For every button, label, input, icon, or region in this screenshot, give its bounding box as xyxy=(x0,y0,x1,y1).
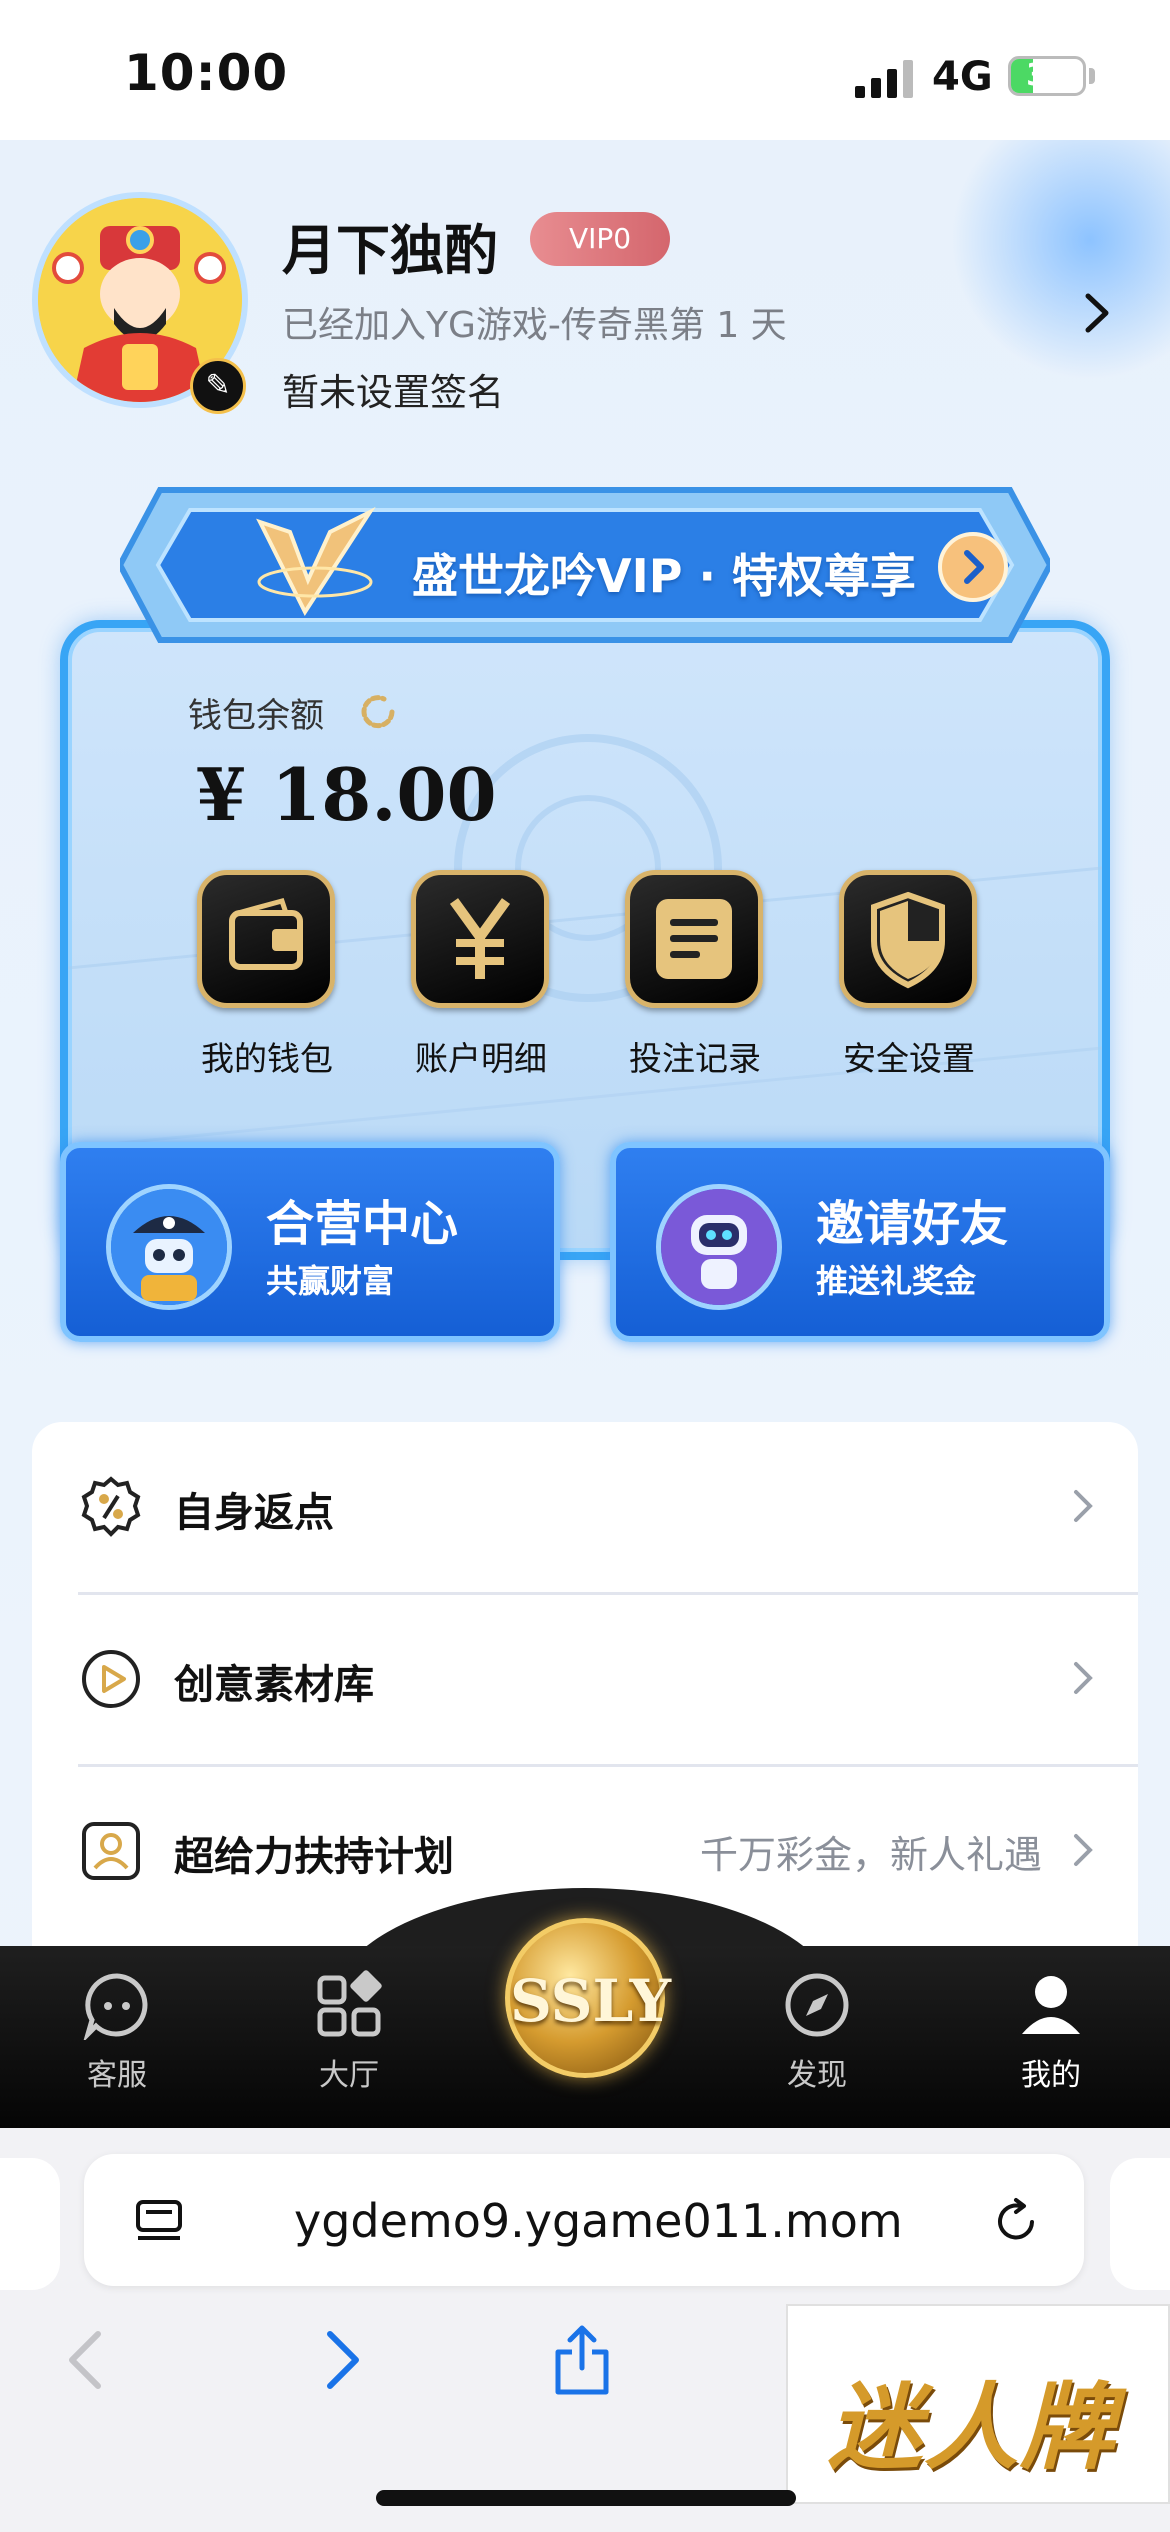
menu-label: 创意素材库 xyxy=(174,1662,374,1708)
action-label: 账户明细 xyxy=(415,1039,547,1078)
logo-text: SSLY xyxy=(510,1967,671,2035)
menu-label: 超给力扶持计划 xyxy=(174,1834,454,1880)
action-label: 投注记录 xyxy=(629,1039,761,1078)
tab-mine[interactable]: 我的 xyxy=(976,1970,1126,2110)
menu-item-creative-library[interactable]: 创意素材库 xyxy=(32,1594,1138,1764)
vip-level-badge: VIP0 xyxy=(530,212,670,266)
previous-tab-preview[interactable] xyxy=(0,2158,60,2290)
status-time: 10:00 xyxy=(124,44,289,102)
address-bar[interactable]: ygdemo9.ygame011.mom xyxy=(84,2154,1084,2286)
promo-subtitle: 共赢财富 xyxy=(266,1262,395,1300)
back-icon[interactable] xyxy=(58,2324,118,2396)
center-logo-button[interactable]: SSLY xyxy=(505,1918,671,2078)
document-icon xyxy=(625,870,763,1008)
tab-label: 发现 xyxy=(787,2058,847,2093)
page-menu-icon[interactable] xyxy=(134,2196,184,2246)
decorative-orb xyxy=(950,140,1170,380)
compass-icon xyxy=(785,1973,849,2037)
forward-icon[interactable] xyxy=(310,2324,370,2396)
promo-subtitle: 推送礼奖金 xyxy=(816,1262,977,1300)
signature[interactable]: 暂未设置签名 xyxy=(282,362,504,416)
join-info: 已经加入YG游戏-传奇黑第 1 天 xyxy=(282,305,787,346)
tab-customer-service[interactable]: 客服 xyxy=(42,1970,192,2110)
chat-icon xyxy=(83,1973,148,2040)
yuan-icon xyxy=(411,870,549,1008)
network-type: 4G xyxy=(932,54,993,100)
tab-label: 我的 xyxy=(1021,2058,1081,2093)
watermark-logo: 迷人牌 xyxy=(786,2304,1170,2504)
status-bar: 10:00 4G 30 xyxy=(0,0,1170,140)
promo-title: 合营中心 xyxy=(266,1196,459,1252)
next-tab-preview[interactable] xyxy=(1110,2158,1170,2290)
chevron-right-icon xyxy=(1074,1490,1093,1522)
reload-icon[interactable] xyxy=(990,2196,1042,2248)
chevron-right-icon[interactable] xyxy=(1082,290,1112,336)
watermark-text: 迷人牌 xyxy=(828,2374,1117,2483)
refresh-icon[interactable] xyxy=(358,692,398,732)
action-label: 我的钱包 xyxy=(201,1039,333,1078)
chevron-right-icon xyxy=(964,550,984,584)
action-security-settings[interactable]: 安全设置 xyxy=(804,870,984,1078)
grid-icon xyxy=(317,1970,382,2037)
chevron-right-icon xyxy=(1074,1662,1093,1694)
play-icon xyxy=(82,1650,140,1708)
home-indicator[interactable] xyxy=(376,2490,796,2506)
vip-banner-text: 盛世龙吟VIP · 特权尊享 xyxy=(412,549,916,603)
wallet-balance-label: 钱包余额 xyxy=(188,696,324,736)
vip-privilege-banner[interactable]: 盛世龙吟VIP · 特权尊享 xyxy=(120,480,1050,650)
action-label: 安全设置 xyxy=(843,1039,975,1078)
menu-label: 自身返点 xyxy=(174,1490,334,1536)
action-account-details[interactable]: 账户明细 xyxy=(376,870,556,1078)
wallet-icon xyxy=(197,870,335,1008)
promo-title: 邀请好友 xyxy=(816,1196,1009,1252)
url-text: ygdemo9.ygame011.mom xyxy=(294,2194,903,2248)
menu-extra-text: 千万彩金，新人礼遇 xyxy=(699,1833,1042,1877)
tab-discover[interactable]: 发现 xyxy=(742,1970,892,2110)
user-name: 月下独酌 xyxy=(282,219,498,282)
battery-percent: 30 xyxy=(1026,58,1068,93)
app-content: ✎ 月下独酌 VIP0 已经加入YG游戏-传奇黑第 1 天 暂未设置签名 盛世龙… xyxy=(0,140,1170,2120)
invite-friends-button[interactable]: 邀请好友 推送礼奖金 xyxy=(610,1142,1110,1342)
user-card-icon xyxy=(82,1822,140,1880)
wallet-amount: ¥ 18.00 xyxy=(196,752,497,837)
battery-tip xyxy=(1089,68,1095,84)
action-my-wallet[interactable]: 我的钱包 xyxy=(162,870,342,1078)
battery-icon: 30 xyxy=(1008,56,1086,96)
share-icon[interactable] xyxy=(552,2324,612,2396)
chevron-right-icon xyxy=(1074,1834,1093,1866)
shield-icon xyxy=(839,870,977,1008)
cellular-signal-icon xyxy=(855,60,913,98)
vip-v-icon xyxy=(256,506,376,617)
pirate-robot-icon xyxy=(106,1184,232,1310)
menu-item-rebate[interactable]: 自身返点 xyxy=(32,1422,1138,1592)
tab-label: 客服 xyxy=(87,2058,147,2093)
action-bet-records[interactable]: 投注记录 xyxy=(590,870,770,1078)
edit-avatar-icon[interactable]: ✎ xyxy=(190,358,246,414)
tab-label: 大厅 xyxy=(319,2058,379,2093)
percent-badge-icon xyxy=(81,1476,141,1537)
robot-icon xyxy=(656,1184,782,1310)
vip-arrow-button[interactable] xyxy=(938,532,1008,602)
person-icon xyxy=(1022,1976,1080,2034)
partner-center-button[interactable]: 合营中心 共赢财富 xyxy=(60,1142,560,1342)
tab-lobby[interactable]: 大厅 xyxy=(274,1970,424,2110)
